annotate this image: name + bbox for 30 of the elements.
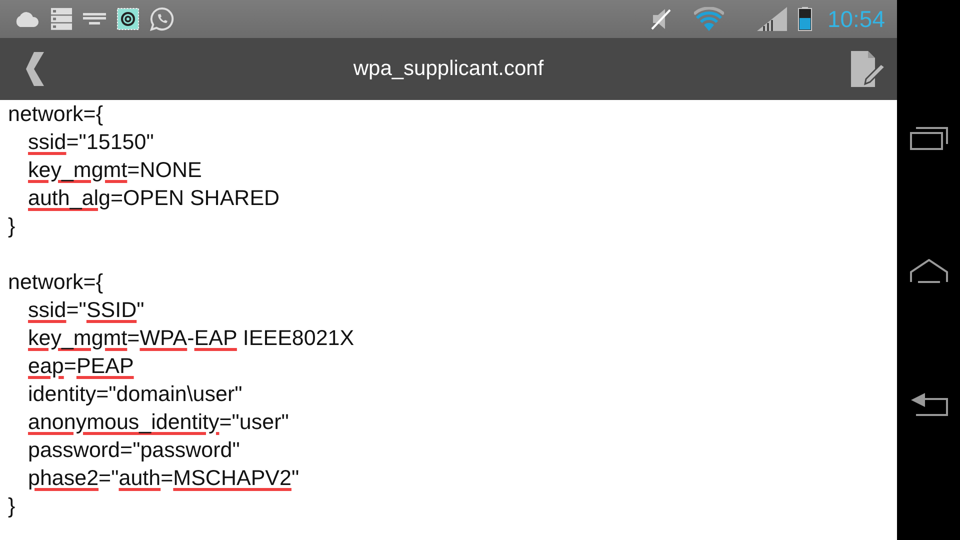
chevron-left-icon [26, 52, 44, 86]
email-stamp-icon [117, 8, 139, 30]
clock-time: 10:54 [827, 6, 885, 32]
storage-icon [51, 8, 72, 30]
code-line: identity="domain\user" [28, 381, 242, 408]
document-pencil-icon [851, 51, 887, 87]
stacked-windows-icon [910, 126, 948, 150]
code-line: ssid="15150" [28, 129, 154, 156]
code-line: } [8, 213, 16, 240]
code-line: auth_alg=OPEN SHARED [28, 185, 280, 212]
code-line: anonymous_identity="user" [28, 409, 289, 436]
battery-icon [798, 7, 812, 31]
house-outline-icon [910, 258, 948, 283]
code-line: password="password" [28, 437, 240, 464]
code-line: key_mgmt=NONE [28, 157, 202, 184]
signal-icon [757, 7, 788, 31]
code-line: key_mgmt=WPA-EAP IEEE8021X [28, 325, 354, 352]
code-line: network={ [8, 101, 104, 128]
code-line: ssid="SSID" [28, 297, 144, 324]
cloud-icon [14, 11, 40, 27]
window-title: wpa_supplicant.conf [353, 57, 544, 81]
chat-bubble-icon [150, 7, 174, 31]
wifi-icon [694, 7, 724, 31]
code-line: network={ [8, 269, 104, 296]
code-line: } [8, 493, 16, 520]
muted-speaker-icon [649, 7, 674, 31]
keyboard-icon [83, 13, 106, 25]
code-line: eap=PEAP [28, 353, 134, 380]
return-arrow-icon [910, 392, 948, 416]
code-line: phase2="auth=MSCHAPV2" [28, 465, 300, 492]
